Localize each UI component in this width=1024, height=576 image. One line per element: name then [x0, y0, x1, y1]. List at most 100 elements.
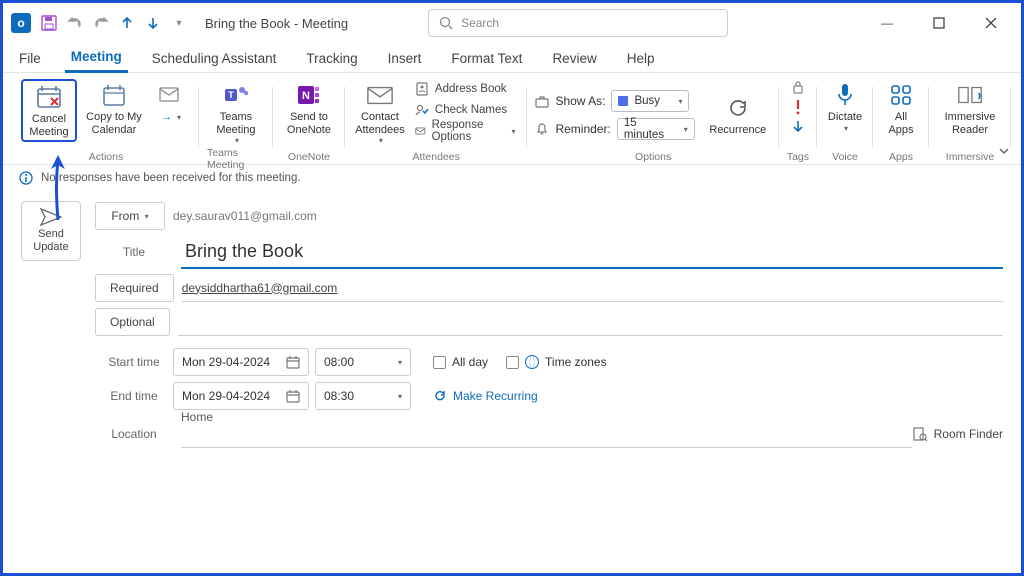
actions-group-label: Actions: [89, 151, 123, 165]
apps-grid-icon: [887, 81, 915, 109]
show-as-label: Show As:: [555, 94, 605, 108]
start-time-label: Start time: [95, 355, 173, 369]
reminder-label: Reminder:: [555, 122, 610, 136]
required-field[interactable]: deysiddhartha61@gmail.com: [182, 274, 1003, 302]
calendar-icon: [286, 389, 300, 403]
bell-icon: [535, 122, 549, 136]
attendees-group-label: Attendees: [413, 151, 460, 165]
send-icon: [40, 208, 62, 226]
svg-text:N: N: [302, 90, 310, 102]
room-finder-button[interactable]: Room Finder: [912, 426, 1003, 442]
info-message: No responses have been received for this…: [41, 172, 301, 184]
location-label: Location: [95, 427, 173, 441]
response-options-button[interactable]: Response Options▾: [411, 121, 520, 141]
make-recurring-link[interactable]: Make Recurring: [433, 389, 538, 403]
options-group-label: Options: [635, 151, 671, 165]
qat-more-icon[interactable]: ▾: [171, 15, 187, 31]
forward-menu-button[interactable]: → ▾: [151, 79, 191, 126]
tab-file[interactable]: File: [13, 47, 47, 72]
send-to-onenote-button[interactable]: N Send to OneNote: [281, 79, 337, 138]
required-attendee[interactable]: deysiddhartha61@gmail.com: [182, 281, 338, 295]
end-time-input[interactable]: 08:30▾: [315, 382, 411, 410]
apps-group-label: Apps: [889, 151, 913, 165]
tab-format[interactable]: Format Text: [445, 47, 528, 72]
recurrence-button[interactable]: Recurrence: [705, 92, 771, 139]
teams-group-label: Teams Meeting: [207, 147, 265, 173]
time-zones-label: Time zones: [545, 355, 607, 369]
onenote-icon: N: [295, 81, 323, 109]
search-icon: [439, 16, 453, 30]
voice-group-label: Voice: [832, 151, 858, 165]
teams-meeting-button[interactable]: T Teams Meeting▾: [208, 79, 264, 147]
all-day-checkbox[interactable]: [433, 356, 446, 369]
show-as-select[interactable]: Busy ▾: [611, 90, 689, 112]
redo-icon[interactable]: [93, 15, 109, 31]
private-lock-icon[interactable]: [790, 79, 806, 95]
save-icon[interactable]: [41, 15, 57, 31]
all-day-label: All day: [452, 355, 488, 369]
maximize-button[interactable]: [925, 9, 953, 37]
undo-icon[interactable]: [67, 15, 83, 31]
search-placeholder: Search: [461, 16, 499, 30]
recurrence-icon: [724, 94, 752, 122]
svg-text:T: T: [228, 90, 234, 100]
recurring-icon: [433, 389, 447, 403]
time-zones-checkbox[interactable]: [506, 356, 519, 369]
immersive-reader-button[interactable]: Immersive Reader: [937, 79, 1003, 138]
tab-meeting[interactable]: Meeting: [65, 45, 128, 73]
response-options-icon: [415, 124, 426, 138]
all-apps-button[interactable]: All Apps: [881, 79, 921, 138]
check-names-button[interactable]: Check Names: [411, 100, 520, 120]
contact-attendees-button[interactable]: Contact Attendees▾: [353, 79, 407, 147]
start-date-input[interactable]: Mon 29-04-2024: [173, 348, 309, 376]
address-book-button[interactable]: Address Book: [411, 79, 520, 99]
title-input[interactable]: [181, 235, 1003, 269]
onenote-group-label: OneNote: [288, 151, 330, 165]
optional-button[interactable]: Optional: [95, 308, 170, 336]
forward-icon: [157, 81, 185, 109]
envelope-icon: [366, 81, 394, 109]
tab-scheduling[interactable]: Scheduling Assistant: [146, 47, 283, 72]
outlook-app-icon: o: [11, 13, 31, 33]
end-time-label: End time: [95, 389, 173, 403]
calendar-copy-icon: [100, 81, 128, 109]
reminder-select[interactable]: 15 minutes ▾: [617, 118, 695, 140]
tags-group-label: Tags: [787, 151, 809, 165]
calendar-icon: [286, 355, 300, 369]
teams-icon: T: [222, 81, 250, 109]
cancel-meeting-button[interactable]: Cancel Meeting: [21, 79, 77, 142]
microphone-icon: [831, 81, 859, 109]
title-label: Title: [95, 245, 173, 259]
window-title: Bring the Book - Meeting: [205, 16, 348, 31]
close-button[interactable]: [977, 9, 1005, 37]
globe-icon: [525, 355, 539, 369]
required-button[interactable]: Required: [95, 274, 174, 302]
start-time-input[interactable]: 08:00▾: [315, 348, 411, 376]
ribbon-expand-button[interactable]: [997, 144, 1011, 158]
cancel-meeting-icon: [35, 83, 63, 111]
from-value: dey.saurav011@gmail.com: [173, 209, 317, 223]
tab-tracking[interactable]: Tracking: [300, 47, 363, 72]
search-input[interactable]: Search: [428, 9, 728, 37]
info-icon: [19, 171, 33, 185]
immersive-group-label: Immersive: [946, 151, 994, 165]
copy-to-calendar-button[interactable]: Copy to My Calendar: [81, 79, 147, 138]
tab-help[interactable]: Help: [621, 47, 661, 72]
tab-review[interactable]: Review: [546, 47, 602, 72]
room-finder-icon: [912, 426, 928, 442]
send-update-button[interactable]: Send Update: [21, 201, 81, 261]
dictate-button[interactable]: Dictate▾: [825, 79, 865, 135]
low-importance-icon[interactable]: [790, 119, 806, 135]
down-arrow-icon[interactable]: [145, 15, 161, 31]
minimize-button[interactable]: —: [873, 9, 901, 37]
immersive-reader-icon: [956, 81, 984, 109]
briefcase-icon: [535, 94, 549, 108]
end-date-input[interactable]: Mon 29-04-2024: [173, 382, 309, 410]
location-input[interactable]: Home: [181, 420, 912, 448]
optional-field[interactable]: [178, 308, 1003, 336]
high-importance-icon[interactable]: [790, 98, 806, 116]
up-arrow-icon[interactable]: [119, 15, 135, 31]
check-names-icon: [415, 103, 429, 117]
tab-insert[interactable]: Insert: [382, 47, 428, 72]
from-button[interactable]: From ▾: [95, 202, 165, 230]
